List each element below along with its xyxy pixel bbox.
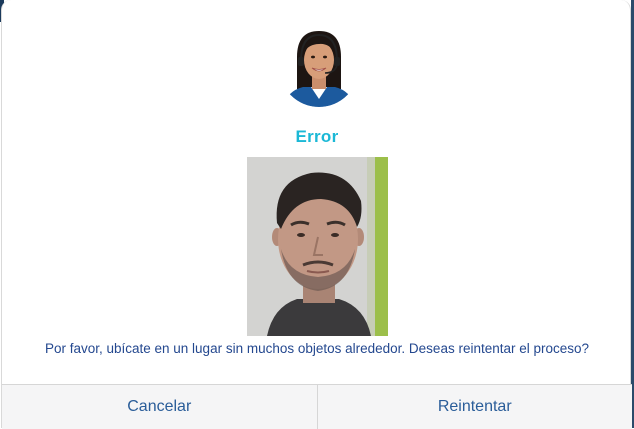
cancel-button[interactable]: Cancelar: [2, 385, 318, 429]
retry-button[interactable]: Reintentar: [318, 385, 633, 429]
dialog-message: Por favor, ubícate en un lugar sin mucho…: [44, 341, 590, 356]
captured-face-photo: [247, 157, 388, 336]
error-dialog: Error Por favor, ubícate en un lugar sin…: [1, 0, 632, 429]
dialog-title: Error: [295, 127, 339, 146]
dialog-footer: Cancelar Reintentar: [2, 384, 632, 429]
support-agent-avatar-icon: [279, 27, 359, 107]
